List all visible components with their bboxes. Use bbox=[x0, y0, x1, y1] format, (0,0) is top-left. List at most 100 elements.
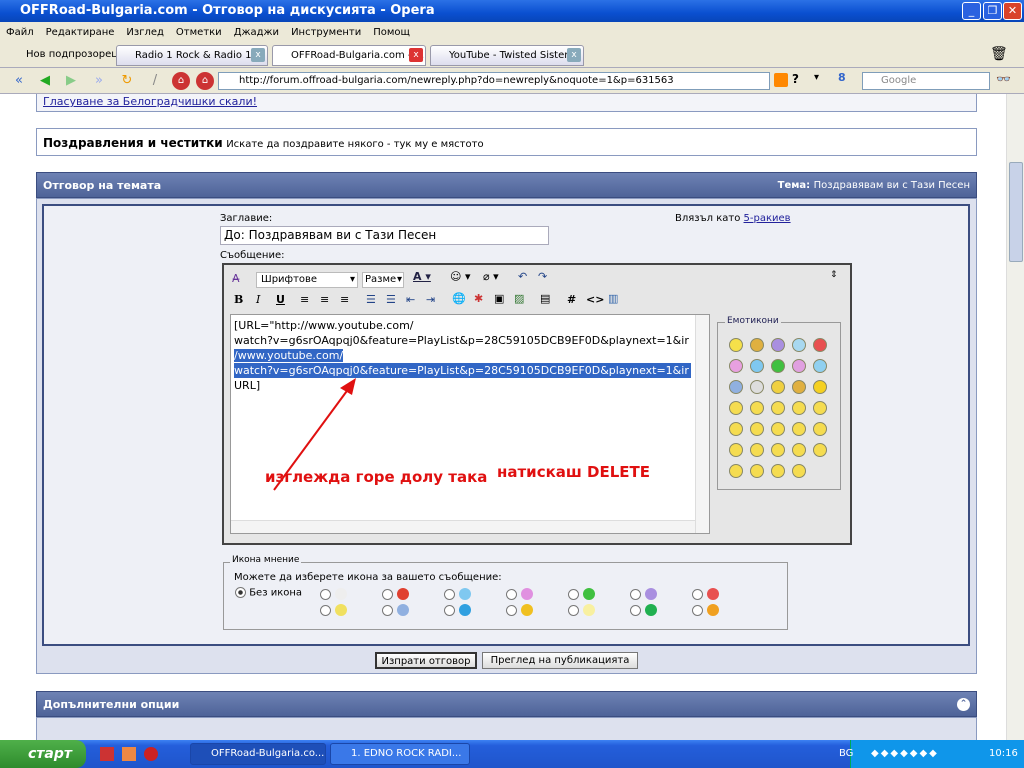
post-icon-option[interactable] bbox=[630, 603, 657, 616]
smiley-icon[interactable] bbox=[792, 380, 806, 394]
smiley-icon[interactable] bbox=[750, 359, 764, 373]
post-icon-option[interactable] bbox=[320, 587, 347, 600]
smiley-icon[interactable] bbox=[792, 422, 806, 436]
smiley-icon[interactable] bbox=[729, 359, 743, 373]
post-icon bbox=[644, 604, 657, 616]
post-icon-legend: Икона мнение bbox=[230, 555, 302, 565]
smiley-icon[interactable] bbox=[813, 380, 827, 394]
post-icon bbox=[582, 588, 595, 600]
smiley-icon[interactable] bbox=[729, 380, 743, 394]
scrollbar-thumb[interactable] bbox=[1009, 162, 1023, 262]
smiley-icon[interactable] bbox=[813, 422, 827, 436]
smiley-icon[interactable] bbox=[750, 401, 764, 415]
radio-button[interactable] bbox=[320, 588, 331, 600]
quicklaunch-icon[interactable] bbox=[122, 747, 136, 761]
task-label: 1. EDNO ROCK RADI... bbox=[351, 748, 462, 759]
radio-button[interactable] bbox=[506, 604, 517, 616]
post-icon-option[interactable] bbox=[568, 587, 595, 600]
annotation-text-right: натискаш DELETE bbox=[497, 463, 651, 481]
taskbar-item-radio[interactable]: 1. EDNO ROCK RADI... bbox=[330, 743, 470, 765]
post-icon-option[interactable] bbox=[630, 587, 657, 600]
start-label: старт bbox=[28, 746, 72, 762]
smiley-icon[interactable] bbox=[771, 443, 785, 457]
post-icon-option[interactable] bbox=[382, 587, 409, 600]
radio-selected[interactable] bbox=[235, 587, 246, 598]
smiley-icon[interactable] bbox=[729, 422, 743, 436]
clock: 10:16 bbox=[989, 748, 1018, 759]
smiley-icon[interactable] bbox=[813, 443, 827, 457]
post-icon-prompt: Можете да изберете икона за вашето съобщ… bbox=[234, 572, 502, 583]
post-icon bbox=[396, 604, 409, 616]
annotation-arrow bbox=[273, 378, 356, 491]
smiley-icon[interactable] bbox=[771, 464, 785, 478]
radio-button[interactable] bbox=[692, 604, 703, 616]
post-icon-option[interactable] bbox=[506, 587, 533, 600]
smiley-icon[interactable] bbox=[729, 443, 743, 457]
smiley-icon[interactable] bbox=[813, 359, 827, 373]
post-icon-option[interactable] bbox=[444, 587, 471, 600]
no-icon-radio[interactable]: Без икона bbox=[235, 587, 302, 599]
smiley-icon[interactable] bbox=[771, 380, 785, 394]
page-scrollbar[interactable] bbox=[1006, 94, 1024, 740]
smiley-icon[interactable] bbox=[750, 464, 764, 478]
radio-button[interactable] bbox=[568, 604, 579, 616]
opera-quicklaunch-icon[interactable] bbox=[144, 747, 158, 761]
post-icon bbox=[582, 604, 595, 616]
smiley-icon[interactable] bbox=[771, 359, 785, 373]
no-icon-label: Без икона bbox=[249, 587, 303, 599]
smiley-icon[interactable] bbox=[750, 422, 764, 436]
smiley-icon[interactable] bbox=[771, 338, 785, 352]
task-label: OFFRoad-Bulgaria.co... bbox=[211, 748, 325, 759]
annotation-text-left: изглежда горе долу така bbox=[265, 468, 488, 486]
smiley-icon[interactable] bbox=[792, 464, 806, 478]
post-icon bbox=[706, 588, 719, 600]
post-icon-option[interactable] bbox=[382, 603, 409, 616]
smiley-icon[interactable] bbox=[813, 401, 827, 415]
post-icon bbox=[520, 588, 533, 600]
post-icon bbox=[520, 604, 533, 616]
system-tray: BG ◆◆◆◆◆◆◆ 10:16 bbox=[839, 740, 1024, 768]
post-icon bbox=[644, 588, 657, 600]
smiley-icon[interactable] bbox=[792, 443, 806, 457]
radio-button[interactable] bbox=[568, 588, 579, 600]
radio-button[interactable] bbox=[444, 604, 455, 616]
post-icon-option[interactable] bbox=[692, 587, 719, 600]
post-icon bbox=[458, 604, 471, 616]
smiley-icon[interactable] bbox=[750, 338, 764, 352]
smiley-icon[interactable] bbox=[750, 443, 764, 457]
radio-button[interactable] bbox=[320, 604, 331, 616]
start-button[interactable]: старт bbox=[0, 740, 86, 768]
radio-button[interactable] bbox=[444, 588, 455, 600]
post-icon-option[interactable] bbox=[506, 603, 533, 616]
smiley-icon[interactable] bbox=[792, 359, 806, 373]
smiley-icon[interactable] bbox=[729, 338, 743, 352]
post-icon bbox=[334, 604, 347, 616]
radio-button[interactable] bbox=[692, 588, 703, 600]
radio-button[interactable] bbox=[630, 588, 641, 600]
radio-button[interactable] bbox=[630, 604, 641, 616]
quicklaunch-icon[interactable] bbox=[100, 747, 114, 761]
radio-button[interactable] bbox=[382, 588, 393, 600]
post-icon-option[interactable] bbox=[568, 603, 595, 616]
post-icon bbox=[706, 604, 719, 616]
post-icon bbox=[396, 588, 409, 600]
post-icon-option[interactable] bbox=[692, 603, 719, 616]
taskbar: старт OFFRoad-Bulgaria.co... 1. EDNO ROC… bbox=[0, 740, 1024, 768]
smiley-icon[interactable] bbox=[813, 338, 827, 352]
tray-icons[interactable]: ◆◆◆◆◆◆◆ bbox=[871, 740, 939, 768]
smiley-icon[interactable] bbox=[729, 401, 743, 415]
language-indicator[interactable]: BG bbox=[839, 740, 853, 768]
post-icon bbox=[334, 588, 347, 600]
post-icon-option[interactable] bbox=[320, 603, 347, 616]
radio-button[interactable] bbox=[506, 588, 517, 600]
smilies-legend: Емотикони bbox=[725, 316, 781, 326]
smiley-icon[interactable] bbox=[729, 464, 743, 478]
smiley-icon[interactable] bbox=[792, 401, 806, 415]
smiley-icon[interactable] bbox=[771, 422, 785, 436]
taskbar-item-opera[interactable]: OFFRoad-Bulgaria.co... bbox=[190, 743, 326, 765]
smiley-icon[interactable] bbox=[771, 401, 785, 415]
smiley-icon[interactable] bbox=[792, 338, 806, 352]
radio-button[interactable] bbox=[382, 604, 393, 616]
post-icon-option[interactable] bbox=[444, 603, 471, 616]
smiley-icon[interactable] bbox=[750, 380, 764, 394]
